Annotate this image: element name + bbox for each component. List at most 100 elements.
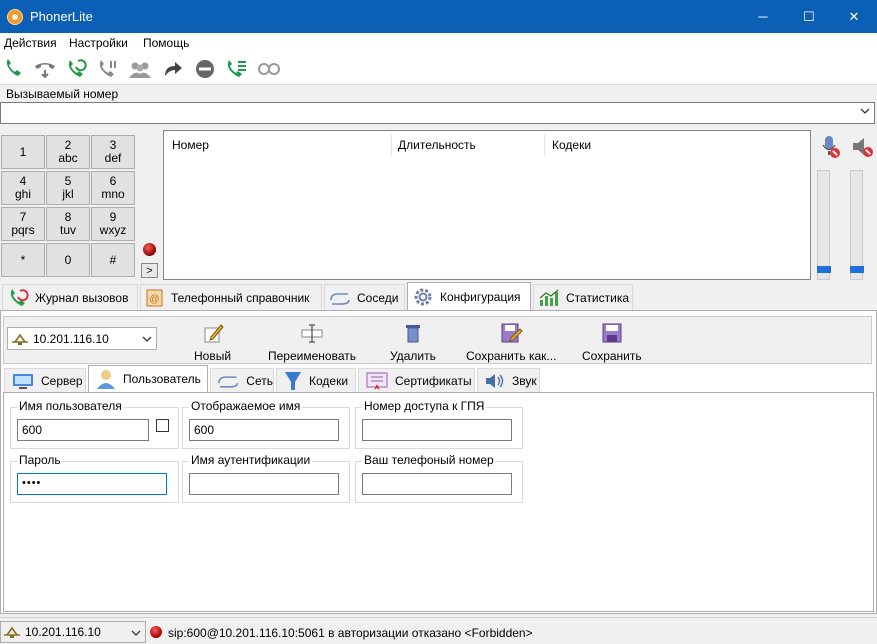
subtab-server[interactable]: Сервер <box>4 368 86 392</box>
tab-neighbors[interactable]: Соседи <box>324 284 405 310</box>
keypad-key-5[interactable]: 5 jkl <box>46 171 90 205</box>
access-number-group: Номер доступа к ГПЯ <box>355 399 523 449</box>
profile-toolbar: 10.201.116.10 Новый Переименовать Удалит… <box>3 316 872 364</box>
auth-name-label: Имя аутентификации <box>189 453 313 467</box>
chevron-down-icon[interactable] <box>142 335 152 343</box>
column-header-codecs[interactable]: Кодеки <box>552 138 591 152</box>
subtab-codecs[interactable]: Кодеки <box>276 368 356 392</box>
display-name-input[interactable]: 600 <box>189 419 339 441</box>
username-checkbox[interactable] <box>156 419 169 432</box>
chevron-down-icon[interactable] <box>860 106 870 116</box>
status-message: sip:600@10.201.116.10:5061 в авторизации… <box>168 626 533 640</box>
subtab-certificates[interactable]: Сертификаты <box>358 368 475 392</box>
subtab-user[interactable]: Пользователь <box>88 365 208 392</box>
phone-number-input[interactable] <box>362 473 512 495</box>
save-as-profile-button[interactable]: Сохранить как... <box>466 322 556 363</box>
save-as-icon <box>501 323 523 343</box>
speaker-icon <box>486 373 504 388</box>
delete-profile-button[interactable]: Удалить <box>390 322 436 363</box>
speaker-volume-slider[interactable] <box>850 170 863 280</box>
microphone-volume-thumb[interactable] <box>817 266 831 273</box>
toolbar <box>0 53 877 85</box>
rename-profile-button[interactable]: Переименовать <box>268 322 356 363</box>
chevron-down-icon[interactable] <box>131 629 141 637</box>
display-name-group: Отображаемое имя 600 <box>182 399 350 449</box>
user-icon <box>97 370 115 389</box>
network-icon <box>218 375 239 388</box>
username-group: Имя пользователя 600 <box>10 399 179 449</box>
rename-icon <box>301 324 323 343</box>
hangup-icon[interactable] <box>95 58 119 80</box>
tab-label: Соседи <box>357 290 399 305</box>
close-button[interactable]: ✕ <box>831 0 877 33</box>
trash-icon <box>405 325 420 343</box>
main-tabs: Журнал вызовов @ Телефонный справочник С… <box>0 282 877 310</box>
network-profile-icon <box>4 626 20 638</box>
expand-button[interactable]: > <box>141 263 158 278</box>
menu-actions[interactable]: Действия <box>4 36 57 50</box>
phonebook-icon: @ <box>146 289 163 306</box>
call-icon[interactable] <box>2 58 26 80</box>
hold-icon[interactable] <box>33 58 57 80</box>
speaker-muted-icon[interactable] <box>851 135 875 159</box>
registration-status-led <box>143 243 156 256</box>
maximize-button[interactable]: ☐ <box>786 0 832 33</box>
conference-icon[interactable] <box>128 58 152 80</box>
tab-configuration[interactable]: Конфигурация <box>407 282 531 310</box>
minimize-button[interactable]: ─ <box>740 0 786 33</box>
keypad-key-1[interactable]: 1 <box>1 135 45 169</box>
keypad-key-9[interactable]: 9 wxyz <box>91 207 135 241</box>
phone-number-label: Ваш телефоный номер <box>362 453 496 467</box>
keypad-key-2[interactable]: 2 abc <box>46 135 90 169</box>
microphone-muted-icon[interactable] <box>820 135 842 159</box>
password-label: Пароль <box>17 453 63 467</box>
status-profile-select[interactable]: 10.201.116.10 <box>0 621 146 643</box>
active-calls-table[interactable]: Номер Длительность Кодеки <box>163 130 811 280</box>
password-input[interactable]: •••• <box>17 473 167 495</box>
keypad-key-0[interactable]: 0 <box>46 243 90 277</box>
keypad-key-3[interactable]: 3 def <box>91 135 135 169</box>
call-waiting-icon[interactable] <box>224 58 248 80</box>
subtab-network[interactable]: Сеть <box>210 368 274 392</box>
menu-settings[interactable]: Настройки <box>69 36 128 50</box>
transfer-icon[interactable] <box>161 58 185 80</box>
keypad-key-8[interactable]: 8 tuv <box>46 207 90 241</box>
menu-bar: Действия Настройки Помощь <box>0 33 877 53</box>
column-header-number[interactable]: Номер <box>172 138 209 152</box>
tab-call-log[interactable]: Журнал вызовов <box>2 284 138 310</box>
status-bar: 10.201.116.10 sip:600@10.201.116.10:5061… <box>0 617 877 644</box>
profile-select-value: 10.201.116.10 <box>33 331 109 346</box>
keypad-key-6[interactable]: 6 mno <box>91 171 135 205</box>
status-profile-value: 10.201.116.10 <box>25 625 101 639</box>
svg-text:@: @ <box>149 294 159 305</box>
redial-icon[interactable] <box>64 58 88 80</box>
speaker-volume-thumb[interactable] <box>850 266 864 273</box>
tab-statistics[interactable]: Статистика <box>533 284 633 310</box>
access-number-input[interactable] <box>362 419 512 441</box>
save-profile-button[interactable]: Сохранить <box>582 322 642 363</box>
called-number-combobox[interactable] <box>0 102 875 124</box>
certificate-icon <box>366 372 388 390</box>
tab-phonebook[interactable]: @ Телефонный справочник <box>140 284 322 310</box>
auth-name-input[interactable] <box>189 473 339 495</box>
stop-icon[interactable] <box>193 58 217 80</box>
keypad-key-star[interactable]: * <box>1 243 45 277</box>
gear-icon <box>414 288 432 305</box>
tab-label: Конфигурация <box>440 289 521 304</box>
statistics-icon <box>539 289 559 306</box>
keypad-key-7[interactable]: 7 pqrs <box>1 207 45 241</box>
phone-number-group: Ваш телефоный номер <box>355 453 523 503</box>
network-profile-icon <box>12 333 28 345</box>
column-separator <box>544 134 545 156</box>
microphone-volume-slider[interactable] <box>817 170 830 280</box>
subtab-sound[interactable]: Звук <box>477 368 540 392</box>
profile-select[interactable]: 10.201.116.10 <box>7 327 157 350</box>
new-profile-button[interactable]: Новый <box>194 322 231 363</box>
mute-icon[interactable] <box>257 58 281 80</box>
password-group: Пароль •••• <box>10 453 179 503</box>
menu-help[interactable]: Помощь <box>143 36 189 50</box>
keypad-key-4[interactable]: 4 ghi <box>1 171 45 205</box>
column-header-duration[interactable]: Длительность <box>398 138 476 152</box>
keypad-key-hash[interactable]: # <box>91 243 135 277</box>
username-input[interactable]: 600 <box>17 419 149 441</box>
